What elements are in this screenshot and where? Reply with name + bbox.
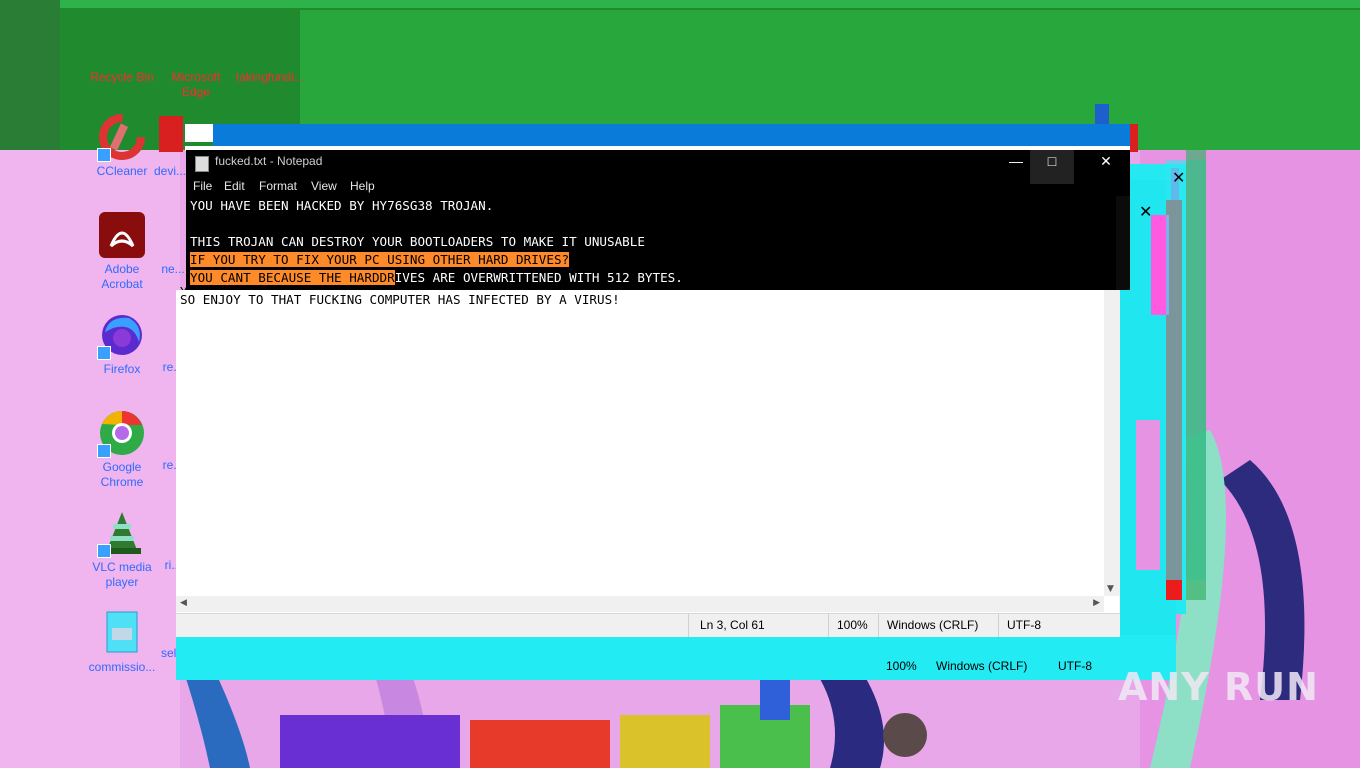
text-line-4-selected: IF YOU TRY TO FIX YOUR PC USING OTHER HA… (190, 252, 570, 267)
recycle-bin-icon (99, 20, 145, 66)
titlebar-left-square (185, 124, 213, 142)
status-zoom: 100% (837, 618, 868, 632)
file-icon (247, 20, 293, 66)
desktop-icon-firefox[interactable]: Firefox (84, 312, 160, 377)
vertical-scrollbar[interactable]: ▼ (1104, 290, 1120, 596)
menu-format[interactable]: Format (259, 179, 297, 193)
bg-status-line-ending: Windows (CRLF) (936, 659, 1028, 673)
status-bar: Ln 3, Col 61 100% Windows (CRLF) UTF-8 (176, 613, 1120, 637)
text-line-3: THIS TROJAN CAN DESTROY YOUR BOOTLOADERS… (190, 234, 645, 249)
menu-help[interactable]: Help (350, 179, 375, 193)
status-line-ending: Windows (CRLF) (887, 618, 979, 632)
ghost-text-line: YOU CANT BECAUSE THE HARDDRIVES ARE OVER… (180, 284, 700, 290)
background-close-icon-2[interactable]: ✕ (1139, 202, 1152, 221)
desktop-icon-ccleaner[interactable]: CCleaner (84, 114, 160, 179)
firefox-icon (97, 312, 145, 360)
notepad-editor-area[interactable]: YOU CANT BECAUSE THE HARDDRIVES ARE OVER… (176, 284, 1120, 637)
desktop-icon-recycle-bin[interactable]: Recycle Bin (84, 20, 160, 85)
notepad-titlebar-glitch (213, 124, 1131, 146)
scroll-left-icon[interactable]: ◀ (180, 598, 187, 608)
status-encoding: UTF-8 (1007, 618, 1041, 632)
desktop-icon-microsoft-edge[interactable]: Microsoft Edge (158, 20, 234, 100)
text-line-6: SO ENJOY TO THAT FUCKING COMPUTER HAS IN… (180, 292, 620, 307)
acrobat-icon (99, 212, 145, 258)
horizontal-scrollbar[interactable]: ◀ ▶ (176, 596, 1104, 612)
text-editor[interactable]: YOU HAVE BEEN HACKED BY HY76SG38 TROJAN.… (190, 197, 1120, 289)
titlebar-red-edge (1130, 124, 1138, 152)
bg-status-zoom: 100% (886, 659, 917, 673)
text-line-5-selected: YOU CANT BECAUSE THE HARDDR (190, 270, 395, 285)
desktop-icon-takingfundi[interactable]: takingfundi... (232, 20, 308, 85)
edge-icon (173, 20, 219, 66)
desktop-icon-commissio[interactable]: commissio... (84, 610, 160, 675)
desktop-icon-google-chrome[interactable]: Google Chrome (84, 410, 160, 490)
desktop-icon-vlc[interactable]: VLC media player (84, 510, 160, 590)
close-icon: ✕ (1100, 153, 1112, 169)
window-title: fucked.txt - Notepad (215, 154, 323, 168)
vlc-icon (97, 510, 145, 558)
text-line-5-rest: IVES ARE OVERWRITTENED WITH 512 BYTES. (394, 270, 683, 285)
notepad-titlebar[interactable]: fucked.txt - Notepad — □ ✕ (186, 150, 1130, 184)
maximize-icon: □ (1047, 153, 1057, 169)
background-status-bar: 100% Windows (CRLF) UTF-8 (230, 656, 1170, 676)
notepad-window[interactable]: fucked.txt - Notepad — □ ✕ File Edit For… (186, 150, 1130, 290)
bg-status-encoding: UTF-8 (1058, 659, 1092, 673)
chrome-icon (97, 410, 145, 458)
image-file-icon (99, 610, 145, 656)
vertical-scrollbar-dark[interactable] (1116, 196, 1130, 290)
scroll-down-icon[interactable]: ▼ (1107, 584, 1114, 594)
status-position: Ln 3, Col 61 (700, 618, 765, 632)
notepad-doc-icon (195, 156, 209, 172)
menu-edit[interactable]: Edit (224, 179, 245, 193)
menu-view[interactable]: View (311, 179, 337, 193)
scroll-right-icon[interactable]: ▶ (1093, 598, 1100, 608)
desktop-icon-adobe-acrobat[interactable]: Adobe Acrobat (84, 212, 160, 292)
menu-file[interactable]: File (193, 179, 212, 193)
ccleaner-icon (97, 114, 145, 162)
menu-bar: File Edit Format View Help (186, 178, 1130, 196)
text-line-1: YOU HAVE BEEN HACKED BY HY76SG38 TROJAN. (190, 198, 494, 213)
background-close-icon-1[interactable]: ✕ (1172, 168, 1185, 187)
watermark-logo: ANY RUN (1118, 665, 1319, 709)
